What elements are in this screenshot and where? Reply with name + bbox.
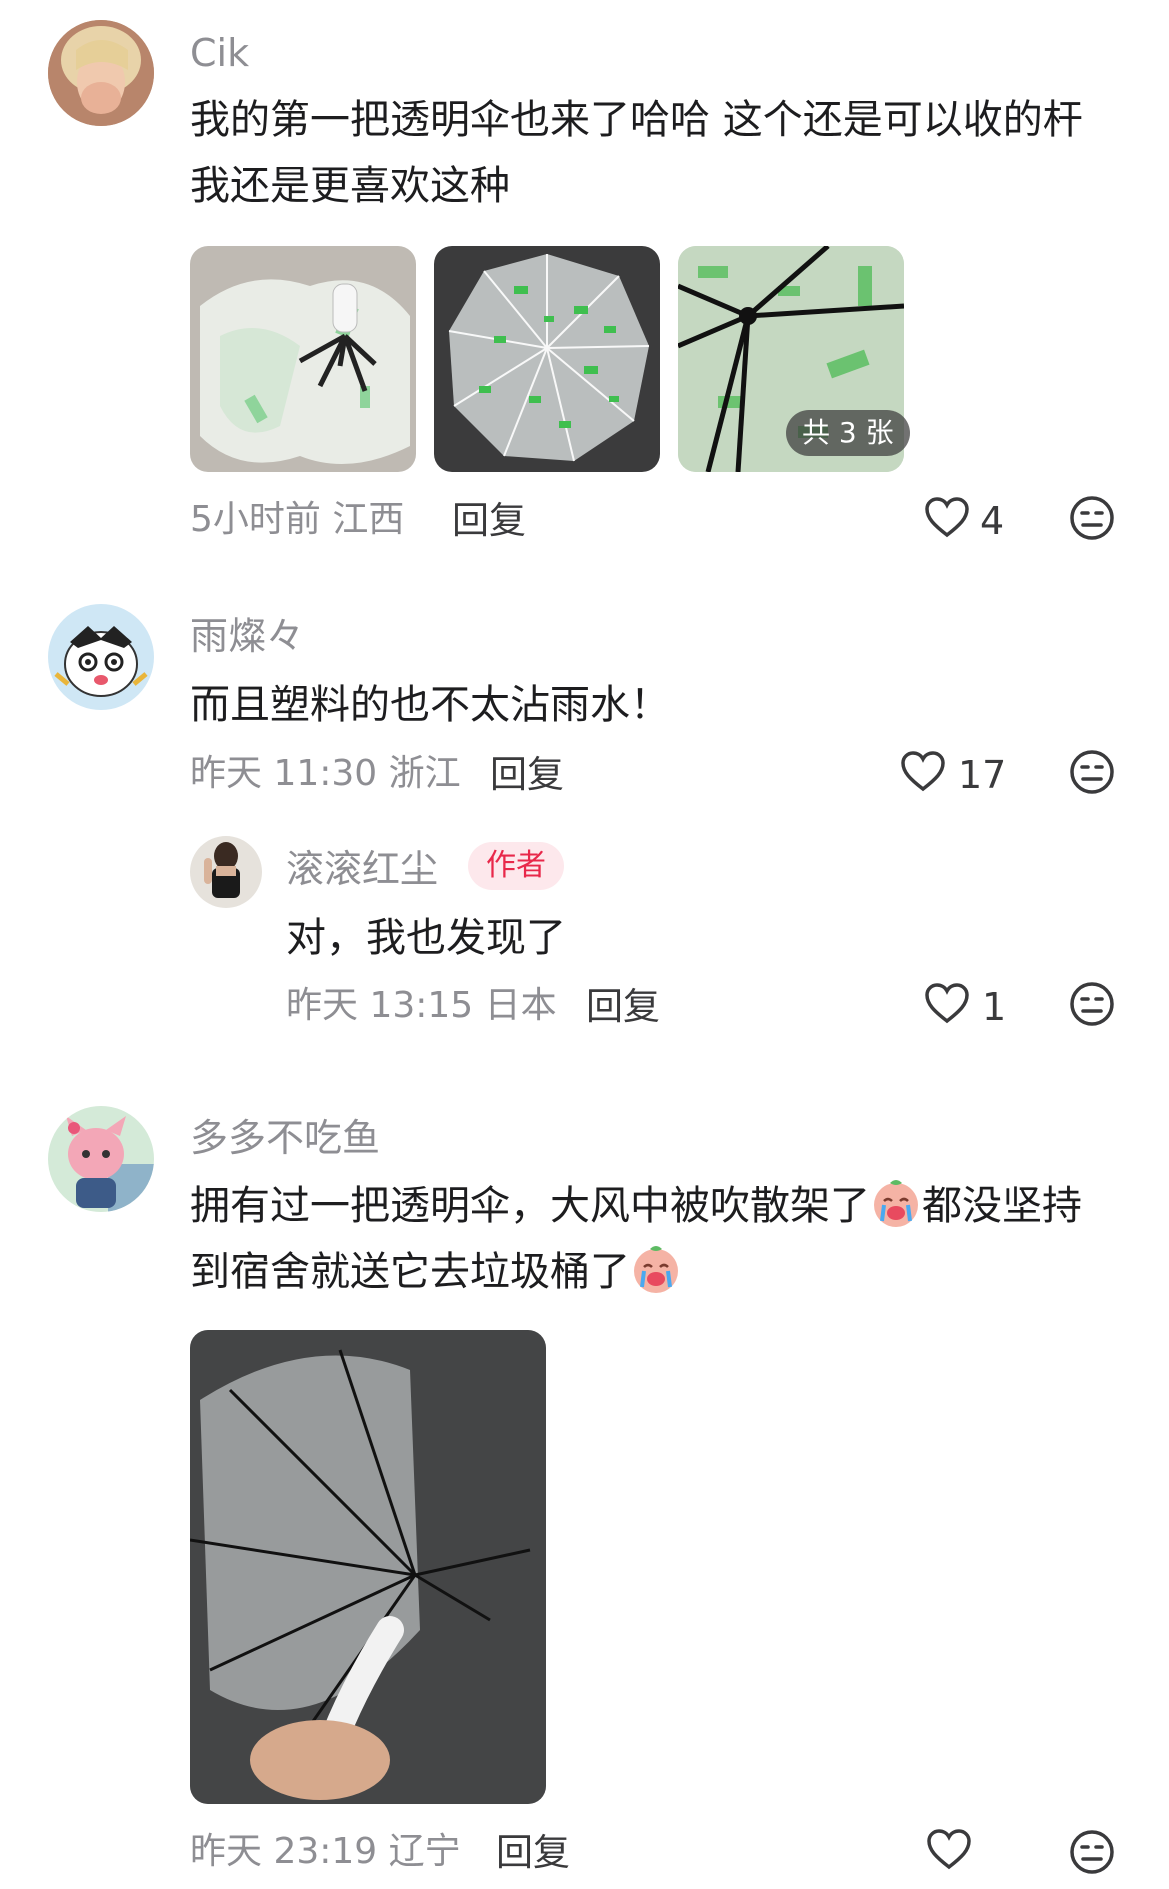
author-tag: 作者 bbox=[468, 842, 564, 890]
comment-text: 我的第一把透明伞也来了哈哈 这个还是可以收的杆 bbox=[190, 97, 1083, 143]
comment-text: 对，我也发现了 bbox=[286, 915, 566, 961]
comment-text-part: 到宿舍就送它去垃圾桶了 bbox=[190, 1249, 630, 1295]
heart-icon bbox=[901, 751, 945, 792]
like-button[interactable] bbox=[926, 1828, 978, 1874]
like-count: 1 bbox=[982, 985, 1007, 1029]
reply-button[interactable]: 回复 bbox=[586, 988, 660, 1025]
dislike-button[interactable] bbox=[1068, 1828, 1116, 1876]
avatar[interactable] bbox=[48, 1106, 154, 1212]
like-button[interactable] bbox=[900, 750, 952, 796]
avatar[interactable] bbox=[48, 20, 154, 126]
dislike-button[interactable] bbox=[1068, 748, 1116, 796]
meh-face-icon bbox=[1070, 750, 1114, 794]
comment-meta: 昨天 11:30 浙江 bbox=[190, 753, 461, 794]
comment-meta: 昨天 23:19 辽宁 bbox=[190, 1831, 461, 1872]
meh-face-icon bbox=[1070, 1830, 1114, 1874]
comment-text: 我还是更喜欢这种 bbox=[190, 163, 510, 209]
reply-button[interactable]: 回复 bbox=[496, 1834, 570, 1871]
reply-button[interactable]: 回复 bbox=[490, 756, 564, 793]
comment-text: 拥有过一把透明伞，大风中被吹散架了 都没坚持 bbox=[190, 1173, 1082, 1239]
comment-image[interactable] bbox=[190, 246, 416, 472]
username[interactable]: 滚滚红尘 bbox=[286, 850, 438, 888]
avatar[interactable] bbox=[190, 836, 262, 908]
like-button[interactable] bbox=[924, 982, 976, 1028]
comment-text-part: 拥有过一把透明伞，大风中被吹散架了 bbox=[190, 1183, 870, 1229]
like-button[interactable] bbox=[924, 496, 976, 542]
comment-meta: 昨天 13:15 日本 bbox=[286, 985, 557, 1026]
crying-emoji-icon bbox=[630, 1243, 682, 1295]
username[interactable]: Cik bbox=[190, 34, 249, 72]
heart-icon bbox=[927, 1829, 971, 1870]
reply-button[interactable]: 回复 bbox=[452, 502, 526, 539]
username[interactable]: 多多不吃鱼 bbox=[190, 1119, 380, 1157]
comment-text: 到宿舍就送它去垃圾桶了 bbox=[190, 1239, 682, 1305]
like-count: 4 bbox=[980, 499, 1005, 543]
image-count-badge: 共 3 张 bbox=[786, 410, 910, 456]
username[interactable]: 雨燦々 bbox=[190, 617, 304, 655]
heart-icon bbox=[925, 497, 969, 538]
avatar[interactable] bbox=[48, 604, 154, 710]
dislike-button[interactable] bbox=[1068, 494, 1116, 542]
comment-text: 而且塑料的也不太沾雨水！ bbox=[190, 682, 670, 728]
meh-face-icon bbox=[1070, 982, 1114, 1026]
crying-emoji-icon bbox=[870, 1177, 922, 1229]
comment-text-part: 都没坚持 bbox=[922, 1183, 1082, 1229]
heart-icon bbox=[925, 983, 969, 1024]
meh-face-icon bbox=[1070, 496, 1114, 540]
comment-image[interactable] bbox=[190, 1330, 546, 1804]
like-count: 17 bbox=[958, 753, 1007, 797]
dislike-button[interactable] bbox=[1068, 980, 1116, 1028]
comment-meta: 5小时前 江西 bbox=[190, 499, 405, 540]
comment-image[interactable] bbox=[434, 246, 660, 472]
